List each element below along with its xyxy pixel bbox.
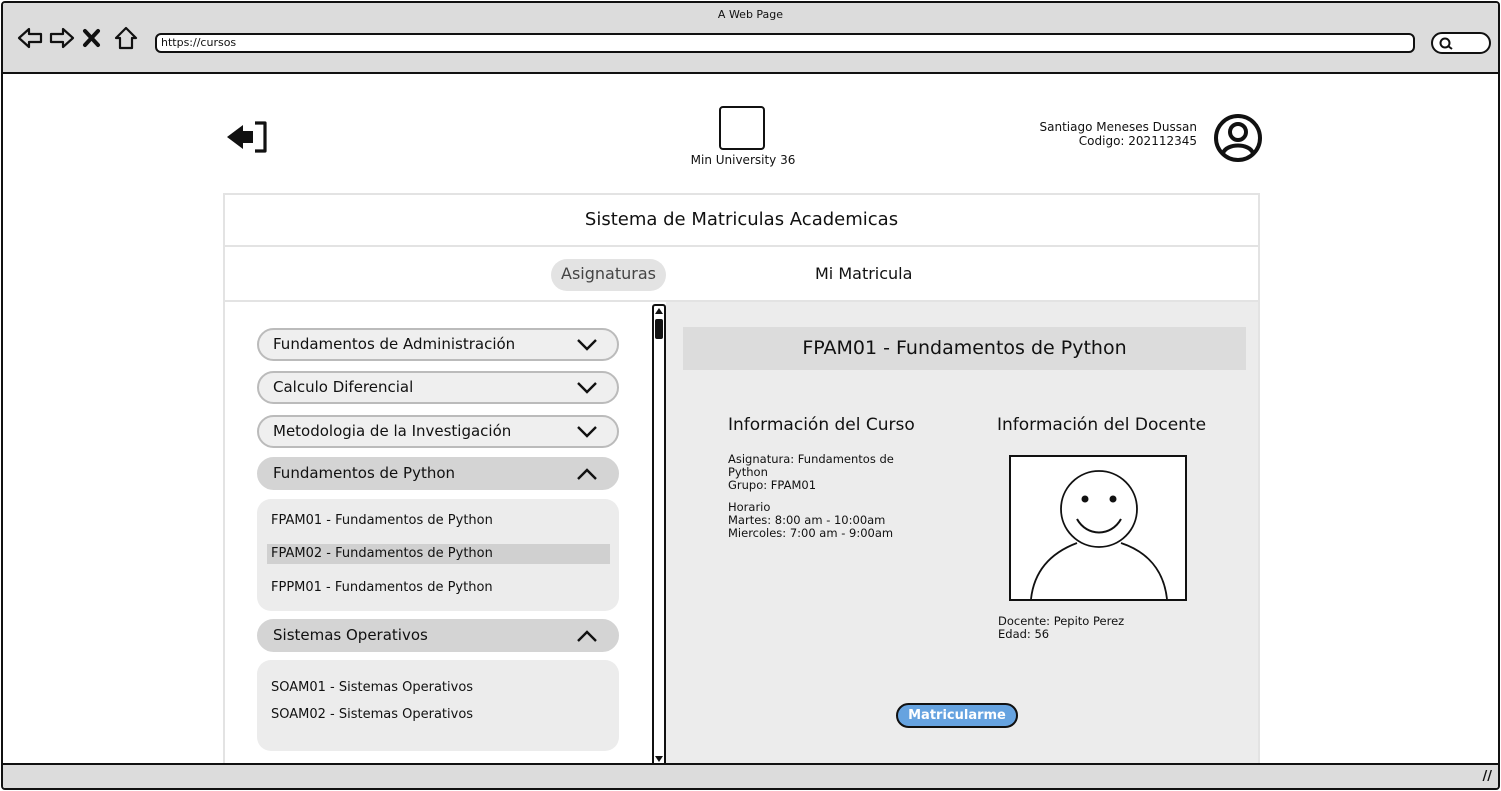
group-item-selected[interactable]: FPAM02 - Fundamentos de Python <box>267 544 610 564</box>
user-name: Santiago Meneses Dussan <box>1039 120 1197 134</box>
teacher-photo <box>1009 455 1187 601</box>
url-bar[interactable]: https://cursos <box>155 33 1415 53</box>
user-code: Codigo: 202112345 <box>1078 134 1197 148</box>
subject-accordion-open[interactable]: Sistemas Operativos <box>257 619 619 652</box>
subject-accordion-open[interactable]: Fundamentos de Python <box>257 457 619 490</box>
group-list: SOAM01 - Sistemas Operativos SOAM02 - Si… <box>257 660 619 751</box>
group-item[interactable]: SOAM02 - Sistemas Operativos <box>267 705 610 725</box>
close-icon[interactable] <box>81 25 107 51</box>
tab-asignaturas[interactable]: Asignaturas <box>551 259 666 291</box>
university-logo <box>719 106 765 150</box>
schedule-line: Miercoles: 7:00 am - 9:00am <box>728 526 894 540</box>
home-icon[interactable] <box>113 25 139 51</box>
page-title: Sistema de Matriculas Academicas <box>223 193 1260 247</box>
back-icon[interactable] <box>17 25 43 51</box>
subject-label: Fundamentos de Administración <box>273 335 516 353</box>
subject-label: Sistemas Operativos <box>273 626 428 644</box>
chevron-down-icon <box>577 339 597 351</box>
subject-label: Calculo Diferencial <box>273 378 414 396</box>
group-item[interactable]: SOAM01 - Sistemas Operativos <box>267 678 610 698</box>
course-info: Asignatura: Fundamentos de Python Grupo:… <box>728 453 918 540</box>
university-name: Min University 36 <box>690 153 796 167</box>
search-icon <box>1439 37 1453 50</box>
status-bar: // <box>3 763 1498 788</box>
scroll-up-icon[interactable] <box>654 306 664 316</box>
browser-toolbar: A Web Page https://cursos <box>3 3 1498 74</box>
chevron-down-icon <box>577 382 597 394</box>
enroll-button[interactable]: Matricularme <box>896 703 1018 728</box>
scroll-thumb[interactable] <box>655 319 663 339</box>
teacher-info-title: Información del Docente <box>997 415 1207 435</box>
course-group: Grupo: FPAM01 <box>728 478 817 492</box>
course-detail-panel: FPAM01 - Fundamentos de Python Informaci… <box>666 302 1260 766</box>
tab-bar: Asignaturas Mi Matricula <box>223 247 1260 302</box>
teacher-info: Docente: Pepito Perez Edad: 56 <box>998 615 1198 641</box>
person-placeholder-icon <box>1030 470 1168 600</box>
chevron-down-icon <box>577 426 597 438</box>
course-info-title: Información del Curso <box>728 415 915 435</box>
browser-search-box[interactable] <box>1431 32 1491 54</box>
scrollbar[interactable] <box>652 304 666 766</box>
subject-accordion[interactable]: Calculo Diferencial <box>257 371 619 404</box>
user-avatar-icon[interactable] <box>1213 113 1263 163</box>
chevron-up-icon <box>577 468 597 480</box>
group-list: FPAM01 - Fundamentos de Python FPAM02 - … <box>257 499 619 611</box>
resize-grip-icon[interactable]: // <box>1483 769 1493 784</box>
nav-buttons <box>17 25 139 51</box>
chevron-up-icon <box>577 630 597 642</box>
subject-label: Metodologia de la Investigación <box>273 422 512 440</box>
subject-label: Fundamentos de Python <box>273 464 456 482</box>
tab-mi-matricula[interactable]: Mi Matricula <box>805 259 922 291</box>
subject-accordion[interactable]: Metodologia de la Investigación <box>257 415 619 448</box>
subject-accordion[interactable]: Fundamentos de Administración <box>257 328 619 361</box>
window-title: A Web Page <box>717 8 784 21</box>
group-item[interactable]: FPPM01 - Fundamentos de Python <box>267 578 610 598</box>
group-item[interactable]: FPAM01 - Fundamentos de Python <box>267 511 610 531</box>
course-heading: FPAM01 - Fundamentos de Python <box>683 327 1246 370</box>
logout-icon[interactable] <box>225 119 269 155</box>
user-info: Santiago Meneses Dussan Codigo: 20211234… <box>963 120 1197 148</box>
browser-window: A Web Page https://cursos Min University… <box>1 1 1500 790</box>
subjects-list: Fundamentos de Administración Calculo Di… <box>223 302 653 766</box>
forward-icon[interactable] <box>49 25 75 51</box>
teacher-age: Edad: 56 <box>998 627 1050 641</box>
